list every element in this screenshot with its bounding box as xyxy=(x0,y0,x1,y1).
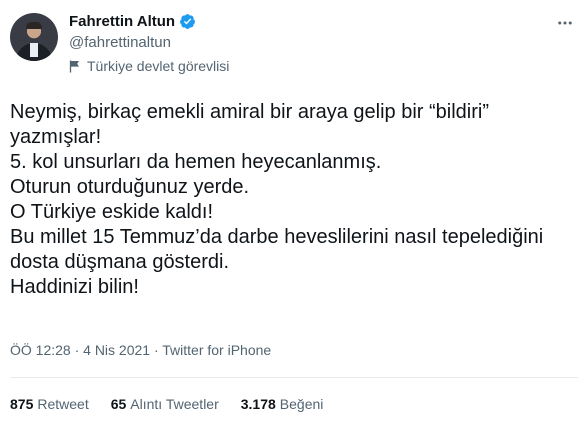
more-options-button[interactable] xyxy=(554,12,576,34)
avatar-shirt xyxy=(30,43,38,57)
retweets-label: Retweet xyxy=(37,396,89,412)
engagement-stats: 875 Retweet 65 Alıntı Tweetler 3.178 Beğeni xyxy=(10,396,323,412)
author-display-name[interactable]: Fahrettin Altun xyxy=(69,13,175,30)
account-label-text: Türkiye devlet görevlisi xyxy=(87,58,230,74)
divider-top xyxy=(10,377,578,378)
likes-label: Beğeni xyxy=(279,396,324,412)
quotes-label: Alıntı Tweetler xyxy=(130,396,219,412)
likes-stat[interactable]: 3.178 Beğeni xyxy=(241,396,324,412)
quotes-stat[interactable]: 65 Alıntı Tweetler xyxy=(111,396,219,412)
retweets-stat[interactable]: 875 Retweet xyxy=(10,396,89,412)
author-avatar[interactable] xyxy=(10,13,58,61)
retweets-count: 875 xyxy=(10,396,34,412)
flag-icon xyxy=(69,60,79,72)
verified-badge-icon xyxy=(180,14,196,29)
more-options-icon xyxy=(558,21,572,25)
avatar-hair xyxy=(26,22,42,29)
author-handle[interactable]: @fahrettinaltun xyxy=(69,34,171,51)
author-name-line[interactable]: Fahrettin Altun xyxy=(69,13,196,30)
likes-count: 3.178 xyxy=(240,396,276,412)
quotes-count: 65 xyxy=(110,396,127,412)
tweet-timestamp-source[interactable]: ÖÖ 12:28 · 4 Nis 2021 · Twitter for iPho… xyxy=(10,342,271,358)
account-label[interactable]: Türkiye devlet görevlisi xyxy=(69,58,229,74)
tweet-text: Neymiş, birkaç emekli amiral bir araya g… xyxy=(10,101,544,298)
